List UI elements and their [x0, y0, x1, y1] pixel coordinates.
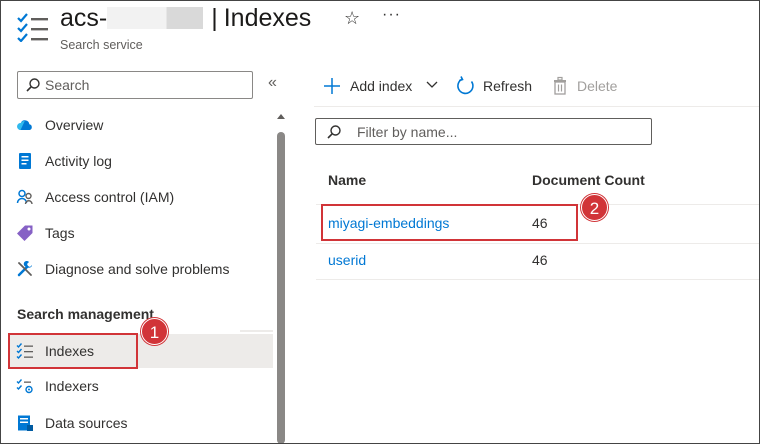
sidebar-item-activity-log[interactable]: Activity log — [8, 144, 273, 178]
step-badge-2: 2 — [581, 194, 608, 221]
cloud-icon — [17, 120, 32, 130]
sidebar-item-label: Access control (IAM) — [45, 189, 175, 205]
divider — [240, 330, 273, 332]
sidebar-search-placeholder: Search — [45, 77, 90, 93]
highlight-box-indexes — [8, 333, 138, 369]
column-header-document-count[interactable]: Document Count — [532, 172, 645, 188]
row-divider — [316, 243, 760, 244]
plus-icon — [324, 78, 340, 94]
sidebar-item-label: Indexers — [45, 378, 99, 394]
sidebar-item-tags[interactable]: Tags — [8, 216, 273, 250]
collapse-sidebar-icon[interactable]: « — [268, 74, 277, 92]
scroll-up-arrow-icon[interactable] — [277, 114, 285, 119]
tag-icon — [17, 225, 33, 241]
add-index-label: Add index — [350, 78, 413, 94]
sidebar-search-input[interactable]: Search — [17, 71, 253, 99]
favorite-star-icon[interactable]: ☆ — [344, 8, 360, 29]
title-separator: | — [211, 4, 218, 32]
people-icon — [16, 189, 33, 205]
filter-input[interactable]: Filter by name... — [315, 118, 652, 145]
sidebar-item-label: Data sources — [45, 415, 128, 431]
sidebar-item-diagnose[interactable]: Diagnose and solve problems — [8, 252, 273, 286]
refresh-label: Refresh — [483, 78, 533, 94]
page-title: acs- | Indexes — [60, 4, 311, 33]
sidebar-item-overview[interactable]: Overview — [8, 108, 273, 142]
highlight-box-index-row — [321, 204, 578, 241]
toolbar-divider — [314, 106, 760, 107]
sidebar-item-indexers[interactable]: Indexers — [8, 369, 273, 403]
data-sources-icon — [18, 415, 33, 431]
add-index-button[interactable]: Add index — [322, 74, 442, 98]
filter-placeholder: Filter by name... — [357, 124, 458, 140]
indexers-icon — [16, 379, 33, 394]
sidebar-scroll-thumb[interactable] — [277, 132, 285, 444]
redacted-service-name — [107, 7, 204, 29]
row-divider — [316, 279, 760, 280]
search-service-icon — [17, 13, 48, 42]
service-name-prefix: acs- — [60, 4, 108, 32]
search-icon — [327, 125, 341, 139]
activity-log-icon — [19, 153, 31, 169]
step-badge-1: 1 — [141, 318, 168, 345]
document-count: 46 — [532, 252, 548, 268]
sidebar-item-access-control[interactable]: Access control (IAM) — [8, 180, 273, 214]
search-icon — [26, 78, 40, 92]
page-title-text: Indexes — [223, 4, 312, 32]
page-subtitle: Search service — [60, 38, 143, 52]
wrench-icon — [17, 261, 32, 277]
delete-label: Delete — [577, 78, 618, 94]
refresh-icon — [457, 76, 474, 95]
refresh-button[interactable]: Refresh — [456, 74, 536, 98]
sidebar-item-data-sources[interactable]: Data sources — [8, 406, 273, 440]
sidebar-item-label: Overview — [45, 117, 104, 133]
index-name-link[interactable]: userid — [328, 252, 366, 268]
more-options-icon[interactable]: ··· — [382, 6, 401, 24]
section-heading: Search management — [17, 306, 154, 322]
chevron-down-icon[interactable] — [426, 80, 438, 90]
sidebar-item-label: Diagnose and solve problems — [45, 261, 230, 277]
sidebar-item-label: Activity log — [45, 153, 112, 169]
delete-button[interactable]: Delete — [550, 74, 622, 98]
column-header-name[interactable]: Name — [328, 172, 366, 188]
trash-icon — [554, 76, 566, 95]
sidebar-item-label: Tags — [45, 225, 75, 241]
